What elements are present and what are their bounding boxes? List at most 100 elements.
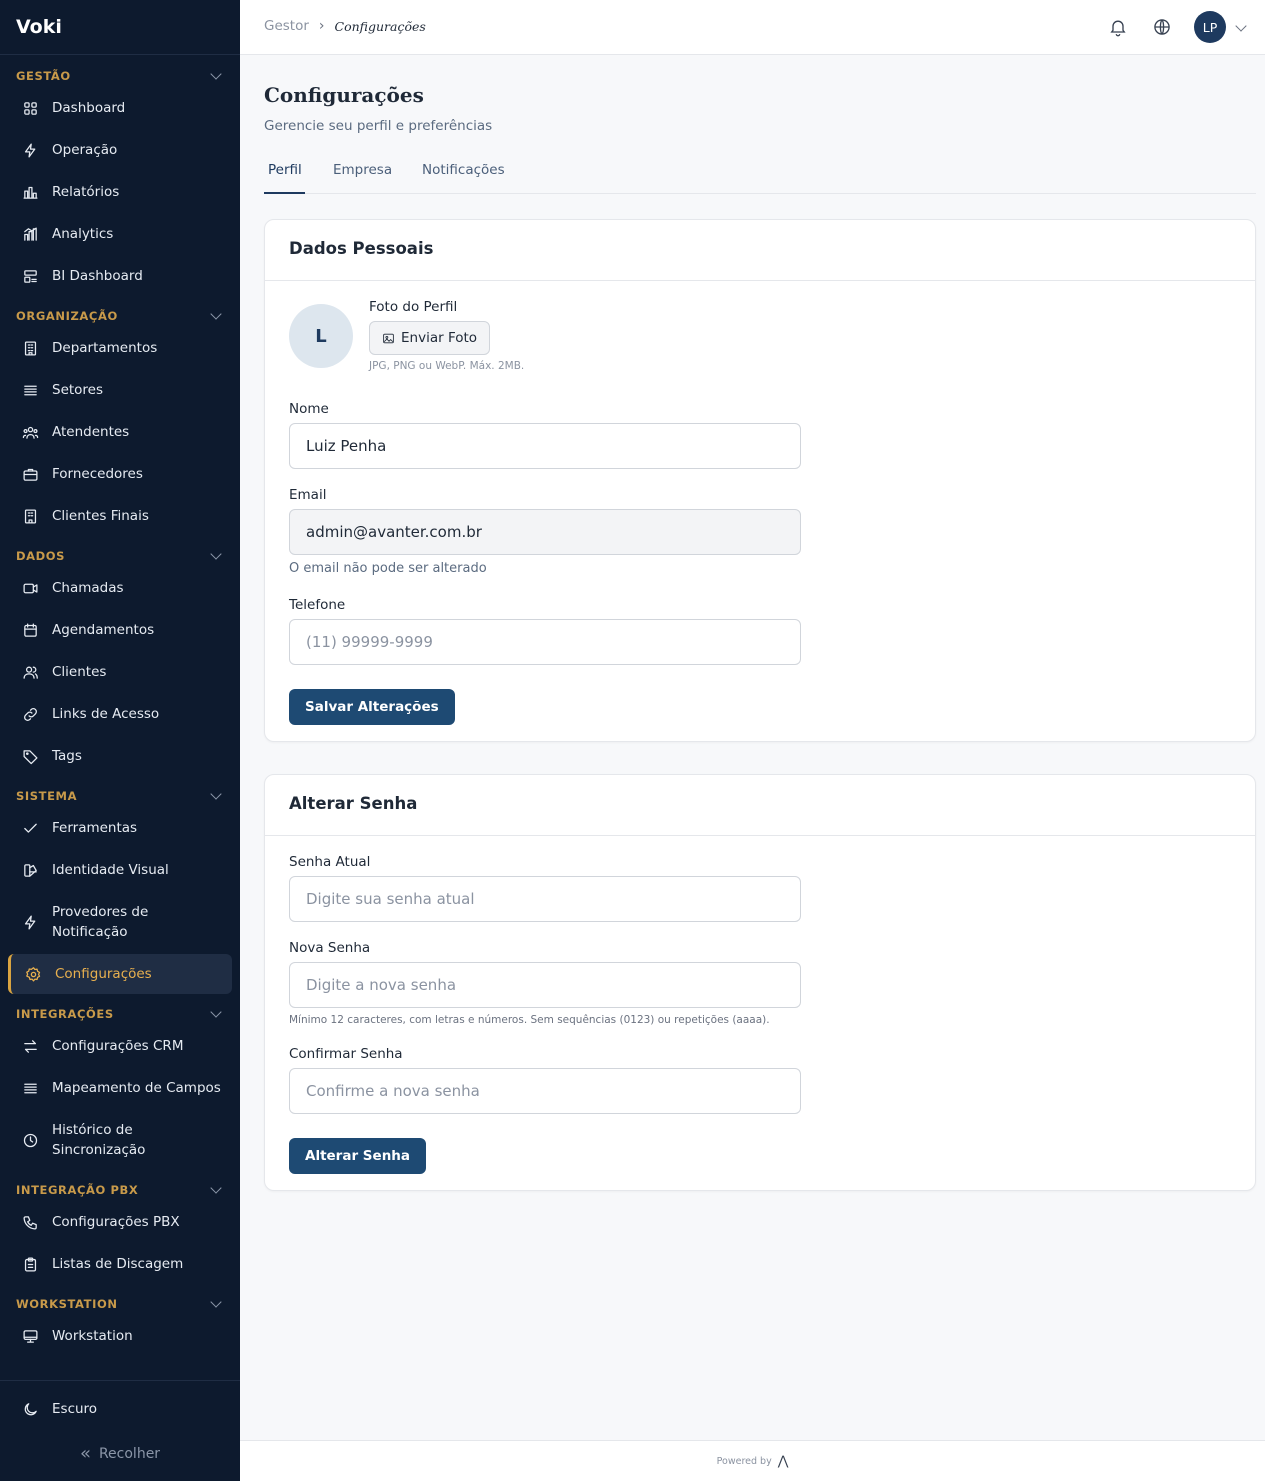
tab-perfil[interactable]: Perfil (264, 160, 305, 194)
sidebar-item-configuracoes[interactable]: Configurações (8, 954, 232, 994)
page-title: Configurações (264, 83, 424, 107)
sidebar-section-integracao-pbx[interactable]: INTEGRAÇÃO PBX (16, 1180, 224, 1200)
sidebar-item-analytics[interactable]: Analytics (8, 214, 232, 254)
sidebar-item-setores[interactable]: Setores (8, 370, 232, 410)
change-password-card: Alterar Senha Senha Atual Nova Senha Mín… (264, 774, 1256, 1191)
sidebar-item-agendamentos[interactable]: Agendamentos (8, 610, 232, 650)
chevron-down-icon[interactable] (210, 548, 222, 560)
chevron-down-icon[interactable] (210, 1182, 222, 1194)
sidebar-item-mapeamento-de-campos[interactable]: Mapeamento de Campos (8, 1068, 232, 1108)
sidebar-item-tags[interactable]: Tags (8, 736, 232, 776)
user-avatar[interactable]: LP (1194, 11, 1226, 43)
change-password-button[interactable]: Alterar Senha (289, 1138, 427, 1174)
personal-data-card: Dados Pessoais L Foto do Perfil Enviar F… (264, 219, 1256, 742)
sidebar-item-label: BI Dashboard (52, 268, 143, 284)
sidebar-section-workstation[interactable]: WORKSTATION (16, 1294, 224, 1314)
sidebar-item-label: Listas de Discagem (52, 1256, 184, 1272)
email-label: Email (289, 487, 327, 503)
sidebar-item-atendentes[interactable]: Atendentes (8, 412, 232, 452)
sidebar-item-label: Analytics (52, 226, 114, 242)
phone-icon (21, 1213, 39, 1231)
chevron-down-icon[interactable] (210, 1006, 222, 1018)
user-group-icon (21, 663, 39, 681)
save-button[interactable]: Salvar Alterações (289, 689, 455, 725)
chevron-down-icon[interactable] (1235, 20, 1247, 32)
sidebar-item-clientes-finais[interactable]: Clientes Finais (8, 496, 232, 536)
sidebar-item-label: Atendentes (52, 424, 130, 440)
gear-icon (24, 965, 42, 983)
vendor-logo-icon: ⋀ (777, 1453, 789, 1469)
sidebar-item-clientes[interactable]: Clientes (8, 652, 232, 692)
breadcrumb-item-gestor[interactable]: Gestor (264, 18, 309, 34)
sidebar-item-fornecedores[interactable]: Fornecedores (8, 454, 232, 494)
sidebar-item-label: Configurações CRM (52, 1038, 184, 1054)
sidebar-item-identidade-visual[interactable]: Identidade Visual (8, 850, 232, 890)
building2-icon (21, 507, 39, 525)
sidebar-section-title: SISTEMA (16, 789, 78, 803)
current-password-input[interactable] (289, 876, 801, 922)
sidebar-section-sistema[interactable]: SISTEMA (16, 786, 224, 806)
image-icon (383, 333, 394, 343)
new-password-label: Nova Senha (289, 940, 371, 956)
photo-hint: JPG, PNG ou WebP. Máx. 2MB. (369, 360, 525, 372)
sidebar-item-label: Workstation (52, 1328, 133, 1344)
sidebar-item-label: Chamadas (52, 580, 124, 596)
chevron-right-icon: › (318, 18, 325, 34)
sidebar-section-integracoes[interactable]: INTEGRAÇÕES (16, 1004, 224, 1024)
topbar: Gestor › Configurações LP (240, 0, 1265, 55)
sidebar-item-ferramentas[interactable]: Ferramentas (8, 808, 232, 848)
sidebar-section-gestao[interactable]: GESTÃO (16, 66, 224, 86)
sidebar-item-label: Clientes (52, 664, 107, 680)
sidebar-item-configuracoes-crm[interactable]: Configurações CRM (8, 1026, 232, 1066)
sidebar-item-label: Dashboard (52, 100, 126, 116)
profile-avatar: L (289, 304, 353, 368)
sidebar-item-label: Links de Acesso (52, 706, 160, 722)
sidebar-item-dashboard[interactable]: Dashboard (8, 88, 232, 128)
sidebar-item-operacao[interactable]: Operação (8, 130, 232, 170)
sidebar-item-departamentos[interactable]: Departamentos (8, 328, 232, 368)
powered-by-text: Powered by (716, 1455, 772, 1467)
chevron-down-icon[interactable] (210, 308, 222, 320)
swap-icon (21, 1037, 39, 1055)
sidebar-item-listas-de-discagem[interactable]: Listas de Discagem (8, 1244, 232, 1284)
tab-notificacoes[interactable]: Notificações (422, 160, 505, 194)
sidebar-item-label: Ferramentas (52, 820, 138, 836)
bell-icon[interactable] (1108, 17, 1128, 37)
breadcrumb: Gestor › Configurações (264, 18, 426, 34)
sidebar-section-organizacao[interactable]: ORGANIZAÇÃO (16, 306, 224, 326)
brand-logo[interactable]: Voki (0, 0, 240, 55)
phone-input[interactable] (289, 619, 801, 665)
email-input (289, 509, 801, 555)
upload-photo-button[interactable]: Enviar Foto (369, 321, 491, 355)
new-password-input[interactable] (289, 962, 801, 1008)
chevron-down-icon[interactable] (210, 68, 222, 80)
breadcrumb-item-current: Configurações (334, 18, 426, 34)
sidebar-item-label: Configurações (55, 966, 152, 982)
analytics-icon (21, 225, 39, 243)
name-input[interactable] (289, 423, 801, 469)
sidebar-item-relatorios[interactable]: Relatórios (8, 172, 232, 212)
sidebar-item-configuracoes-pbx[interactable]: Configurações PBX (8, 1202, 232, 1242)
collapse-sidebar-button[interactable]: « Recolher (0, 1443, 240, 1464)
link-icon (21, 705, 39, 723)
tab-empresa[interactable]: Empresa (333, 160, 392, 194)
sidebar-item-label: Mapeamento de Campos (52, 1080, 221, 1096)
chevron-down-icon[interactable] (210, 1296, 222, 1308)
video-icon (21, 579, 39, 597)
sidebar-item-bi-dashboard[interactable]: BI Dashboard (8, 256, 232, 296)
sidebar-item-historico-de-sincronizacao[interactable]: Histórico de Sincronização (8, 1110, 232, 1170)
chevron-down-icon[interactable] (210, 788, 222, 800)
globe-icon[interactable] (1152, 17, 1172, 37)
sidebar-section-dados[interactable]: DADOS (16, 546, 224, 566)
sidebar-item-chamadas[interactable]: Chamadas (8, 568, 232, 608)
sidebar-item-provedores-de-notificacao[interactable]: Provedores de Notificação (8, 892, 232, 952)
confirm-password-input[interactable] (289, 1068, 801, 1114)
sidebar-item-links-de-acesso[interactable]: Links de Acesso (8, 694, 232, 734)
sidebar-item-workstation[interactable]: Workstation (8, 1316, 232, 1356)
password-rules-hint: Mínimo 12 caracteres, com letras e númer… (289, 1014, 770, 1026)
theme-toggle[interactable]: Escuro (8, 1390, 232, 1428)
sidebar-section-title: GESTÃO (16, 69, 71, 83)
sidebar: Voki GESTÃO Dashboard Operação Relatórios An… (0, 0, 240, 1481)
sidebar-item-label: Operação (52, 142, 118, 158)
bi-icon (21, 267, 39, 285)
